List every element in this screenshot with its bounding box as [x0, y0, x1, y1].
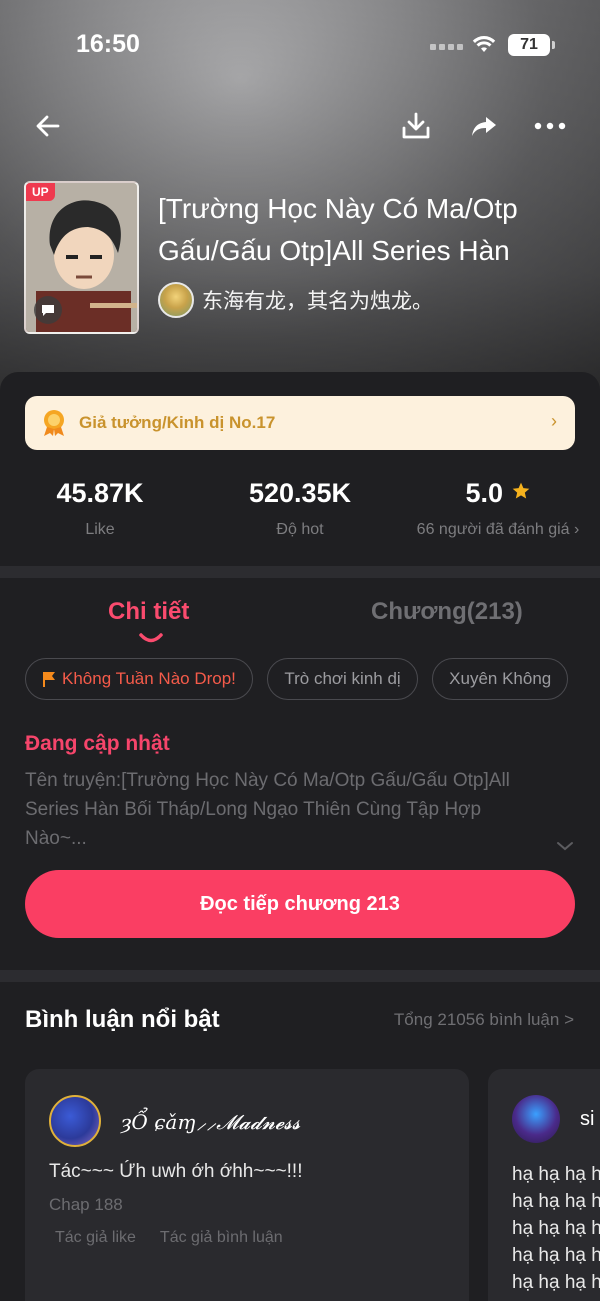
comment-chapter: Chap 188 [49, 1195, 123, 1214]
update-status: Đang cập nhật [25, 732, 170, 755]
info-panel: Giả tưởng/Kinh dị No.17 › 45.87K Like 52… [0, 372, 600, 566]
avatar[interactable] [512, 1095, 560, 1143]
author-replied-badge: Tác giả bình luận [159, 1229, 283, 1246]
comments-title: Bình luận nổi bật [25, 1006, 220, 1033]
tag-label: Xuyên Không [449, 669, 552, 688]
comments-total-link[interactable]: Tổng 21056 bình luận > [394, 1010, 574, 1030]
share-icon [472, 117, 496, 136]
book-title: [Trường Học Này Có Ma/Otp Gấu/Gấu Otp]Al… [158, 193, 518, 266]
comment-line: hạ hạ hạ h [512, 1191, 600, 1212]
cellular-signal-icon [430, 44, 463, 50]
top-navigation [0, 100, 600, 150]
tag-item[interactable]: Không Tuần Nào Drop! [25, 658, 253, 700]
comment-username: si [580, 1107, 595, 1130]
section-divider [0, 566, 600, 578]
battery-indicator: 71 [508, 34, 555, 56]
stat-rating-value: 5.0 [465, 478, 504, 508]
comment-card[interactable]: ȝỔ ɕǎɱ⸝⸝𝓜𝓪𝓭𝓷𝓮𝓼𝓼 Tác~~~ Ứh uwh ớh ớhh~~~!… [25, 1069, 469, 1301]
comment-line: hạ hạ hạ h [512, 1272, 600, 1293]
detail-section: Chi tiết Chương(213) Không Tuần Nào Drop… [0, 578, 600, 970]
comment-text: Tác~~~ Ứh uwh ớh ớhh~~~!!! [49, 1161, 303, 1182]
author-avatar[interactable] [158, 282, 194, 318]
rank-banner[interactable]: Giả tưởng/Kinh dị No.17 › [25, 396, 575, 450]
comment-card[interactable]: si hạ hạ hạ h hạ hạ hạ h hạ hạ hạ h hạ h… [488, 1069, 600, 1301]
status-bar: 16:50 71 [0, 0, 600, 90]
medal-icon [44, 410, 64, 436]
more-options-button[interactable] [530, 106, 570, 146]
back-button[interactable] [28, 106, 68, 146]
continue-reading-button[interactable]: Đọc tiếp chương 213 [25, 870, 575, 938]
comment-user: si [512, 1095, 594, 1143]
stat-rating[interactable]: 5.0 66 người đã đánh giá › [408, 478, 588, 539]
share-button[interactable] [464, 106, 504, 146]
star-icon [512, 482, 529, 499]
author-row[interactable]: 东海有龙，其名为烛龙。 [158, 282, 433, 318]
author-name[interactable]: 东海有龙，其名为烛龙。 [202, 285, 433, 315]
arrow-left-icon [36, 115, 60, 137]
stats-row: 45.87K Like 520.35K Độ hot 5.0 66 người … [0, 478, 600, 558]
tag-list: Không Tuần Nào Drop! Trò chơi kinh dị Xu… [25, 658, 600, 702]
book-cover[interactable]: UP [24, 181, 139, 334]
comment-line: hạ hạ hạ h [512, 1218, 600, 1239]
flag-icon [43, 672, 55, 687]
tag-item[interactable]: Trò chơi kinh dị [267, 658, 418, 700]
download-icon [402, 112, 430, 139]
stat-hot: 520.35K Độ hot [230, 478, 370, 539]
stat-hot-label: Độ hot [276, 521, 324, 538]
tag-item[interactable]: Xuyên Không [432, 658, 569, 700]
tab-active-indicator [139, 633, 163, 643]
up-badge: UP [26, 183, 55, 201]
book-description: Tên truyện:[Trường Học Này Có Ma/Otp Gấu… [25, 770, 510, 849]
stat-like-label: Like [85, 521, 115, 538]
download-button[interactable] [396, 106, 436, 146]
comment-user: ȝỔ ɕǎɱ⸝⸝𝓜𝓪𝓭𝓷𝓮𝓼𝓼 [49, 1095, 300, 1147]
stat-hot-value: 520.35K [248, 478, 352, 508]
stat-rating-value-row: 5.0 [408, 478, 588, 509]
wifi-icon [472, 36, 496, 52]
comment-line: hạ hạ hạ h [512, 1164, 600, 1185]
tab-detail[interactable]: Chi tiết [108, 598, 189, 626]
avatar[interactable] [49, 1095, 101, 1147]
more-dots-icon [534, 122, 566, 130]
author-liked-badge: Tác giả like [55, 1229, 136, 1246]
comments-section: Bình luận nổi bật Tổng 21056 bình luận >… [0, 982, 600, 1301]
tag-label: Không Tuần Nào Drop! [62, 669, 236, 688]
rank-text: Giả tưởng/Kinh dị No.17 [79, 413, 276, 432]
tag-label: Trò chơi kinh dị [284, 669, 401, 688]
stat-like: 45.87K Like [50, 478, 150, 539]
chevron-right-icon: › [551, 411, 557, 431]
chat-bubble-icon [34, 296, 62, 324]
section-divider [0, 970, 600, 982]
comment-badges: Tác giả like Tác giả bình luận [55, 1229, 283, 1247]
comment-username: ȝỔ ɕǎɱ⸝⸝𝓜𝓪𝓭𝓷𝓮𝓼𝓼 [121, 1109, 301, 1134]
tab-chapters[interactable]: Chương(213) [371, 598, 523, 626]
status-time: 16:50 [76, 30, 140, 58]
comment-line: hạ hạ hạ h [512, 1245, 600, 1266]
stat-rating-label: 66 người đã đánh giá › [416, 521, 580, 538]
chevron-down-icon[interactable] [556, 840, 574, 852]
comment-text: hạ hạ hạ h hạ hạ hạ h hạ hạ hạ h hạ hạ h… [512, 1161, 600, 1296]
stat-like-value: 45.87K [56, 478, 144, 508]
